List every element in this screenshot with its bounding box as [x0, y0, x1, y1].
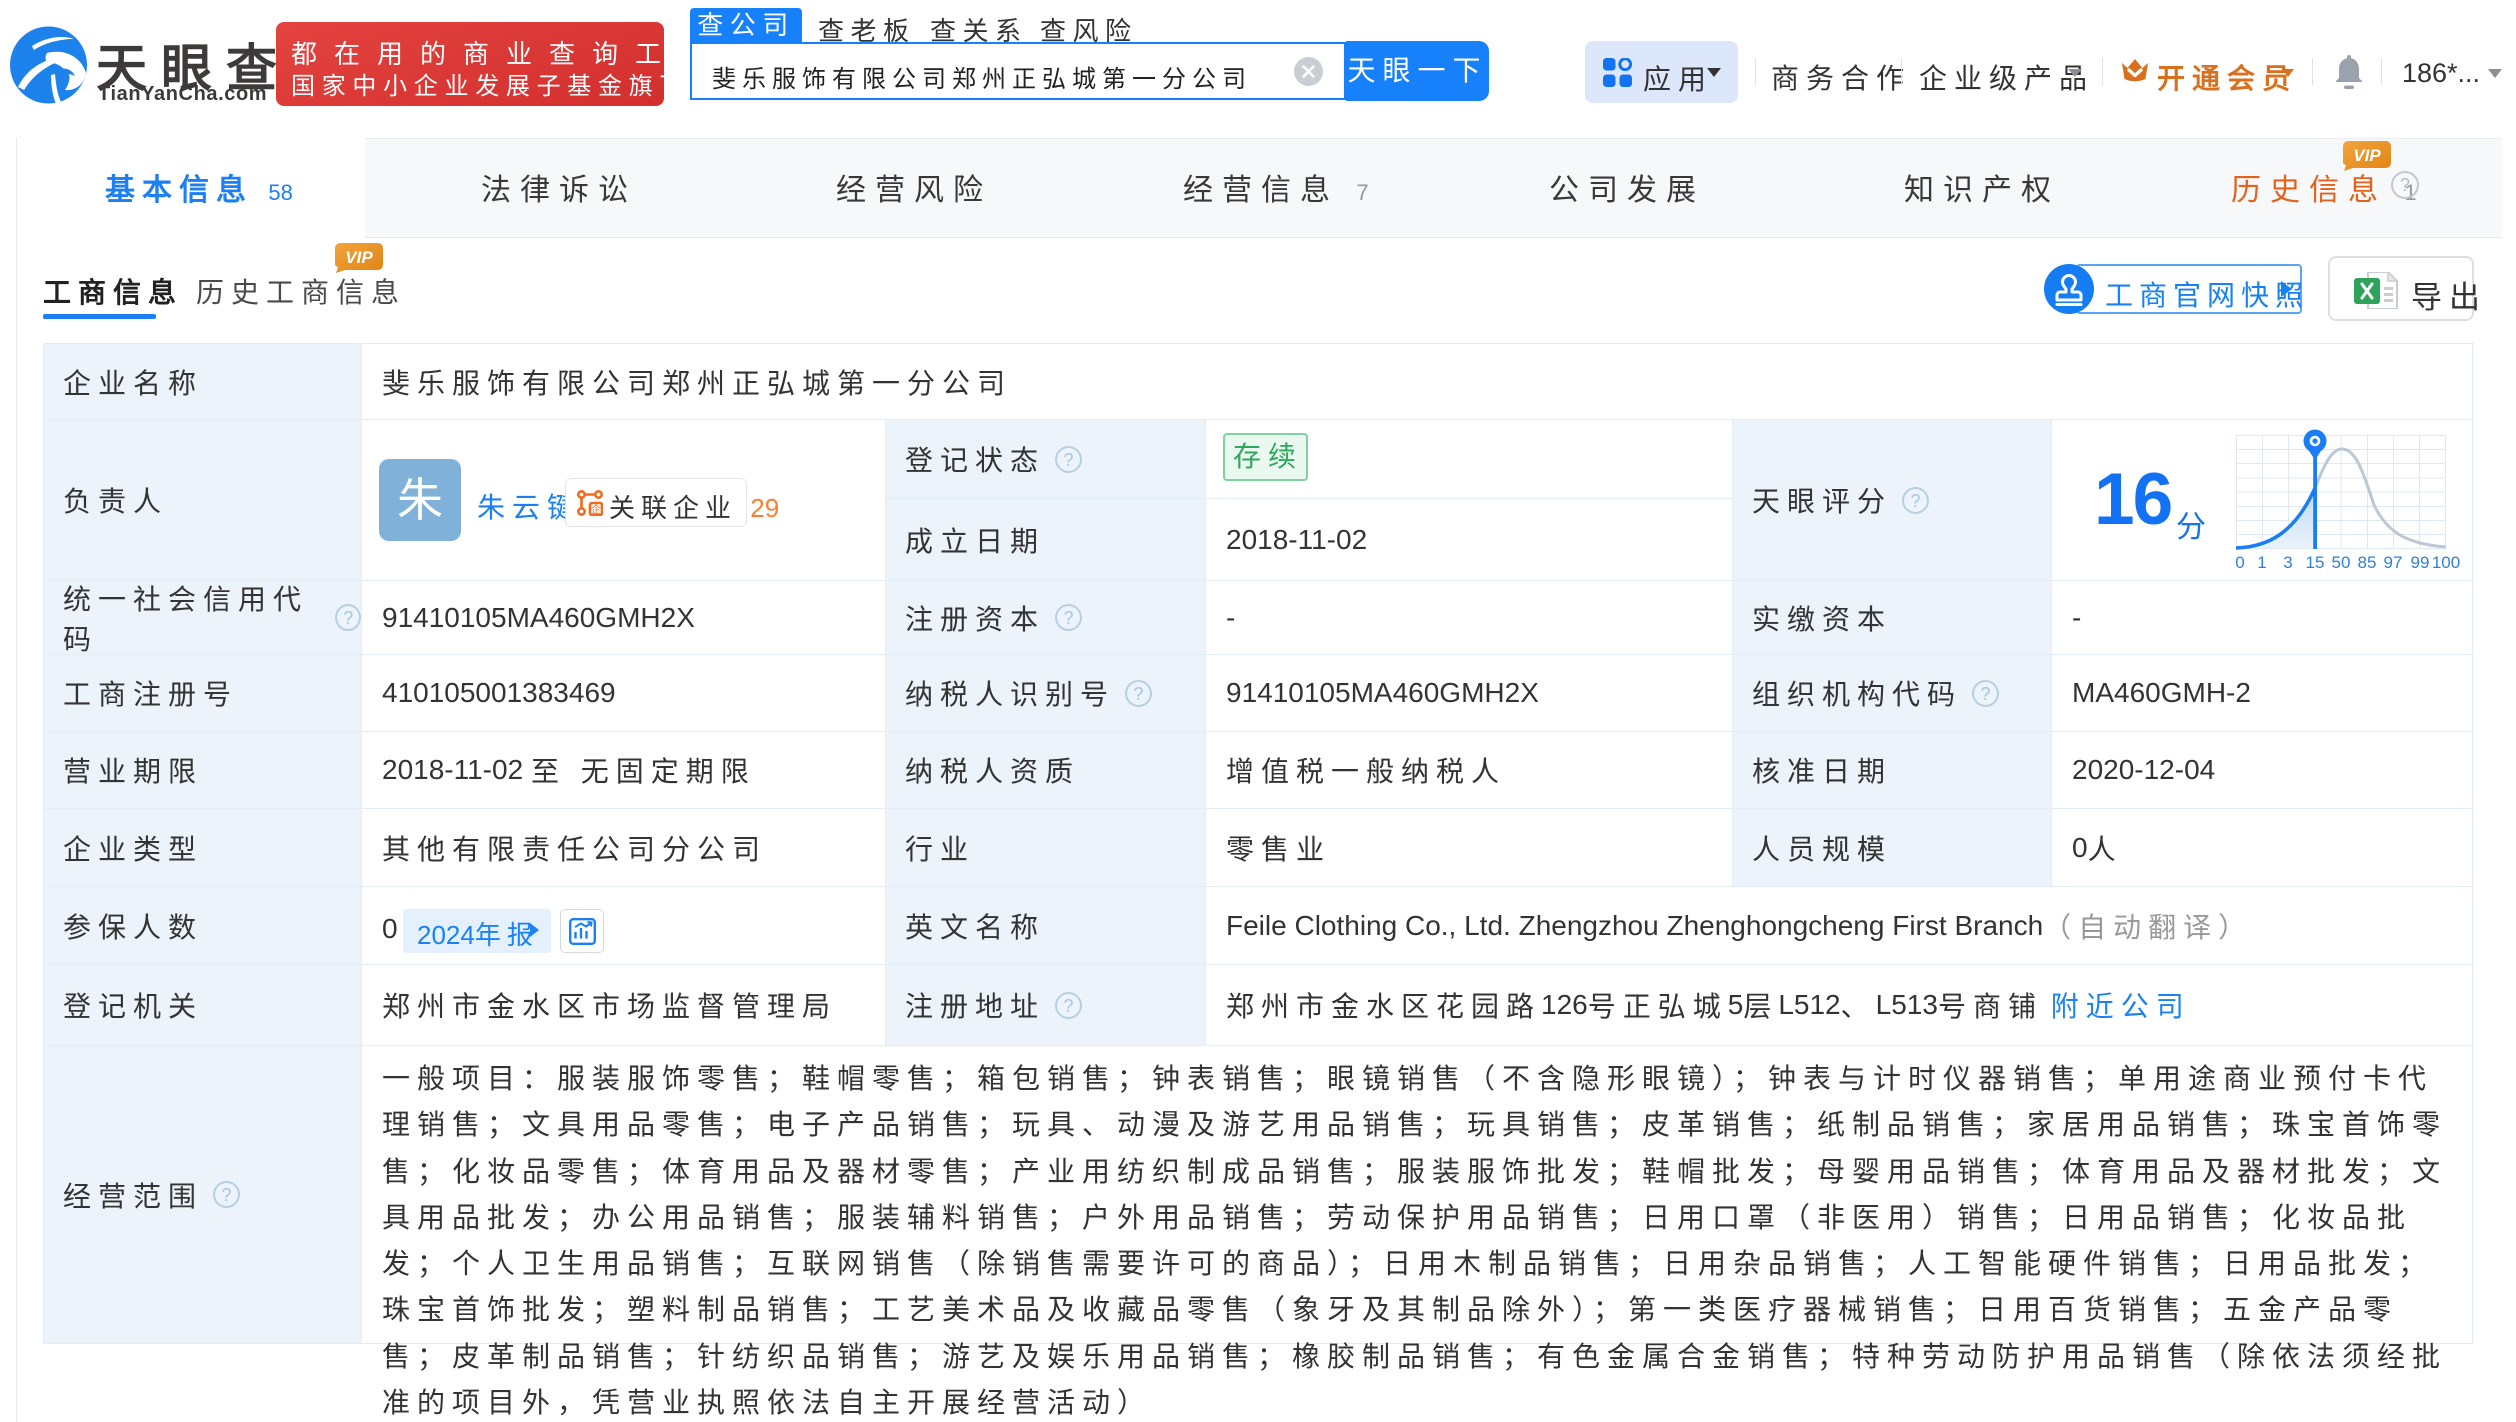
svg-text:85: 85	[2358, 553, 2377, 572]
svg-text:VIP: VIP	[2353, 146, 2381, 165]
svg-text:0: 0	[2236, 553, 2245, 572]
svg-text:3: 3	[2283, 553, 2292, 572]
svg-text:VIP: VIP	[345, 248, 373, 267]
svg-text:100: 100	[2432, 553, 2460, 572]
svg-text:99: 99	[2411, 553, 2430, 572]
svg-text:97: 97	[2384, 553, 2403, 572]
svg-text:50: 50	[2332, 553, 2351, 572]
svg-text:15: 15	[2306, 553, 2325, 572]
svg-text:1: 1	[2257, 553, 2266, 572]
svg-text:企: 企	[591, 503, 601, 516]
